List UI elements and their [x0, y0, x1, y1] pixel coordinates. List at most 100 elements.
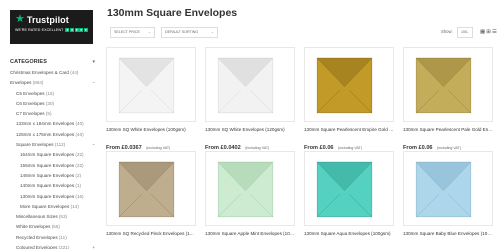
- trustpilot-stars: ★ ★ ★ ★ ★: [65, 28, 88, 32]
- category-count: (14): [70, 203, 79, 209]
- product-card[interactable]: 130mm SQ White Envelopes (120gsm) From £0…: [205, 47, 295, 154]
- envelope-icon: [118, 57, 175, 114]
- product-image[interactable]: [106, 151, 196, 226]
- category-label: 125mm x 175mm Envelopes: [16, 131, 75, 137]
- sidebar-category-item[interactable]: 133mm x 184mm Envelopes (40): [10, 119, 98, 129]
- category-toggle-icon[interactable]: +: [92, 243, 95, 249]
- sort-select[interactable]: DEFAULT SORTING ⌄: [161, 27, 218, 38]
- product-name[interactable]: 130mm SQ White Envelopes (100gsm): [106, 127, 196, 132]
- product-name[interactable]: 130mm SQ White Envelopes (120gsm): [205, 127, 295, 132]
- sidebar-category-item[interactable]: Miscellaneous Sizes (53): [10, 212, 98, 222]
- product-price-row: From £0.0542 (including VAT): [205, 240, 295, 249]
- product-card[interactable]: 130mm SQ White Envelopes (100gsm) From £0…: [106, 47, 196, 154]
- product-image[interactable]: [403, 47, 493, 122]
- product-card[interactable]: 130mm SQ Recycled Fleck Envelopes (115gs…: [106, 151, 196, 249]
- category-label: More Square Envelopes: [20, 203, 70, 209]
- price-filter-select[interactable]: SELECT PRICE ⌄: [110, 27, 155, 38]
- product-image[interactable]: [205, 151, 295, 226]
- category-label: Christmas Envelopes & Card: [10, 70, 69, 75]
- show-label: Show:: [441, 29, 453, 34]
- category-label: 155mm Square Envelopes: [20, 162, 75, 168]
- sidebar-category-item[interactable]: 146mm Square Envelopes (2): [10, 171, 98, 181]
- category-label: Square Envelopes: [16, 142, 54, 148]
- sidebar-category-item[interactable]: 164mm Square Envelopes (22): [10, 150, 98, 160]
- view-toggle: ▦ ⊞ ☰: [480, 27, 497, 37]
- category-count: (16): [75, 193, 84, 199]
- category-list: Christmas Envelopes & Card (44) Envelopes…: [10, 68, 98, 249]
- product-name[interactable]: 130mm Square Pearlescent Pale Gold Envel…: [403, 127, 493, 132]
- category-toggle-icon[interactable]: −: [92, 78, 95, 88]
- categories-title: CATEGORIES: [10, 59, 47, 65]
- category-count: (40): [75, 131, 84, 137]
- category-label: C7 Envelopes: [16, 111, 45, 117]
- product-card[interactable]: 130mm Square Apple Mint Envelopes (100gs…: [205, 151, 295, 249]
- category-label: Recycled Envelopes: [16, 234, 58, 240]
- category-label: Coloured Envelopes: [16, 245, 58, 249]
- trustpilot-rating-text: WE'RE RATED EXCELLENT: [15, 28, 64, 32]
- product-image[interactable]: [403, 151, 493, 226]
- sidebar-category-item[interactable]: C5 Envelopes (16): [10, 89, 98, 99]
- sidebar-category-item[interactable]: Christmas Envelopes & Card (44): [10, 68, 98, 78]
- category-count: (53): [58, 214, 68, 220]
- chevron-down-icon[interactable]: ▾: [92, 59, 95, 65]
- product-card[interactable]: 130mm Square Pearlescent Empire Gold Env…: [304, 47, 394, 154]
- categories-header[interactable]: CATEGORIES ▾: [10, 59, 98, 65]
- category-count: (864): [32, 80, 44, 86]
- product-price-row: From £0.0542 (including VAT): [403, 240, 493, 249]
- sidebar-category-item[interactable]: 125mm x 175mm Envelopes (40): [10, 130, 98, 140]
- sidebar-category-item[interactable]: 130mm Square Envelopes (16): [10, 192, 98, 202]
- grid-large-icon[interactable]: ▦: [480, 27, 485, 37]
- envelope-icon: [316, 161, 373, 218]
- per-page-select[interactable]: 100 ⌄: [457, 27, 473, 38]
- product-card[interactable]: 130mm Square Baby Blue Envelopes (100gsm…: [403, 151, 493, 249]
- product-image[interactable]: [304, 151, 394, 226]
- list-view-icon[interactable]: ☰: [492, 27, 497, 37]
- category-count: (5): [45, 111, 52, 117]
- product-toolbar: SELECT PRICE ⌄ DEFAULT SORTING ⌄ Show: 1…: [107, 27, 497, 39]
- category-toggle-icon[interactable]: −: [92, 140, 95, 150]
- sidebar-category-item[interactable]: 140mm Square Envelopes (1): [10, 181, 98, 191]
- sidebar-category-item[interactable]: 155mm Square Envelopes (22): [10, 161, 98, 171]
- vat-note: (including VAT): [338, 146, 363, 150]
- category-count: (44): [70, 70, 79, 75]
- category-count: (22): [75, 152, 84, 158]
- product-image[interactable]: [106, 47, 196, 122]
- product-name[interactable]: 130mm SQ Recycled Fleck Envelopes (115gs…: [106, 231, 196, 236]
- sidebar-category-item[interactable]: More Square Envelopes (14): [10, 202, 98, 212]
- sidebar-category-item[interactable]: C7 Envelopes (5): [10, 109, 98, 119]
- sidebar: ★ Trustpilot WE'RE RATED EXCELLENT ★ ★ ★…: [10, 10, 98, 249]
- category-label: C6 Envelopes: [16, 100, 45, 106]
- product-image[interactable]: [304, 47, 394, 122]
- envelope-icon: [217, 161, 274, 218]
- envelope-icon: [415, 57, 472, 114]
- star-icon: ★: [79, 28, 84, 32]
- grid-small-icon[interactable]: ⊞: [486, 27, 491, 37]
- category-count: (112): [54, 142, 66, 148]
- product-name[interactable]: 130mm Square Pearlescent Empire Gold Env…: [304, 127, 394, 132]
- sidebar-category-item[interactable]: Coloured Envelopes (221) +: [10, 243, 98, 249]
- product-name[interactable]: 130mm Square Apple Mint Envelopes (100gs…: [205, 231, 295, 236]
- category-count: (221): [58, 245, 70, 249]
- product-card[interactable]: 130mm Square Pearlescent Pale Gold Envel…: [403, 47, 493, 154]
- category-label: 164mm Square Envelopes: [20, 152, 75, 158]
- product-card[interactable]: 130mm Square Aqua Envelopes (100gsm) From…: [304, 151, 394, 249]
- star-icon: ★: [74, 28, 79, 32]
- envelope-icon: [316, 57, 373, 114]
- star-icon: ★: [70, 28, 75, 32]
- vat-note: (including VAT): [146, 146, 171, 150]
- sort-value: DEFAULT SORTING: [165, 30, 199, 34]
- product-name[interactable]: 130mm Square Baby Blue Envelopes (100gsm…: [403, 231, 493, 236]
- category-count: (22): [75, 162, 84, 168]
- sidebar-category-item[interactable]: White Envelopes (55): [10, 222, 98, 232]
- trustpilot-badge[interactable]: ★ Trustpilot WE'RE RATED EXCELLENT ★ ★ ★…: [10, 10, 93, 44]
- price-filter-value: SELECT PRICE: [114, 30, 140, 34]
- category-label: Miscellaneous Sizes: [16, 214, 58, 220]
- sidebar-category-item[interactable]: Envelopes (864) −: [10, 78, 98, 88]
- sidebar-category-item[interactable]: C6 Envelopes (30): [10, 99, 98, 109]
- product-name[interactable]: 130mm Square Aqua Envelopes (100gsm): [304, 231, 394, 236]
- sidebar-category-item[interactable]: Recycled Envelopes (11): [10, 233, 98, 243]
- product-image[interactable]: [205, 47, 295, 122]
- sidebar-category-item[interactable]: Square Envelopes (112) −: [10, 140, 98, 150]
- chevron-down-icon: ⌄: [147, 30, 151, 34]
- page-title: 130mm Square Envelopes: [107, 7, 238, 19]
